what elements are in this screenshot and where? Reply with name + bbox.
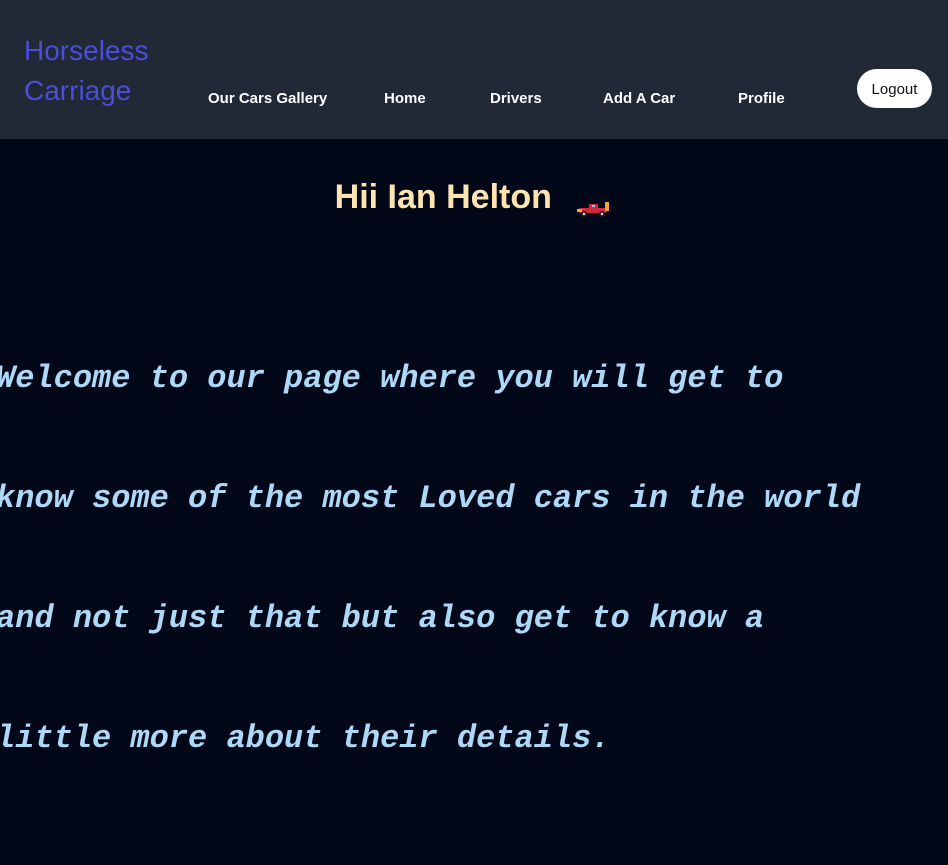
nav-link-our-cars-gallery[interactable]: Our Cars Gallery: [208, 90, 327, 107]
welcome-line-2: know some of the most Loved cars in the …: [0, 480, 861, 517]
greeting-text: Hii Ian Helton: [334, 178, 552, 216]
navbar: Horseless Carriage Our Cars Gallery Home…: [0, 0, 948, 139]
brand-line-2: Carriage: [24, 75, 132, 106]
brand-logo[interactable]: Horseless Carriage: [24, 31, 174, 111]
welcome-line-3: and not just that but also get to know a: [0, 600, 765, 637]
welcome-line-1: Welcome to our page where you will get t…: [0, 360, 784, 397]
logout-button[interactable]: Logout: [857, 69, 932, 108]
welcome-line-4: little more about their details.: [0, 720, 611, 757]
nav-link-drivers[interactable]: Drivers: [490, 90, 542, 107]
greeting-heading: Hii Ian Helton: [0, 178, 948, 218]
brand-line-1: Horseless: [24, 35, 149, 66]
nav-link-home[interactable]: Home: [384, 90, 426, 107]
nav-link-profile[interactable]: Profile: [738, 90, 785, 107]
welcome-paragraph: Welcome to our page where you will get t…: [0, 279, 948, 799]
nav-link-add-a-car[interactable]: Add A Car: [603, 90, 675, 107]
race-car-icon: [575, 189, 613, 218]
